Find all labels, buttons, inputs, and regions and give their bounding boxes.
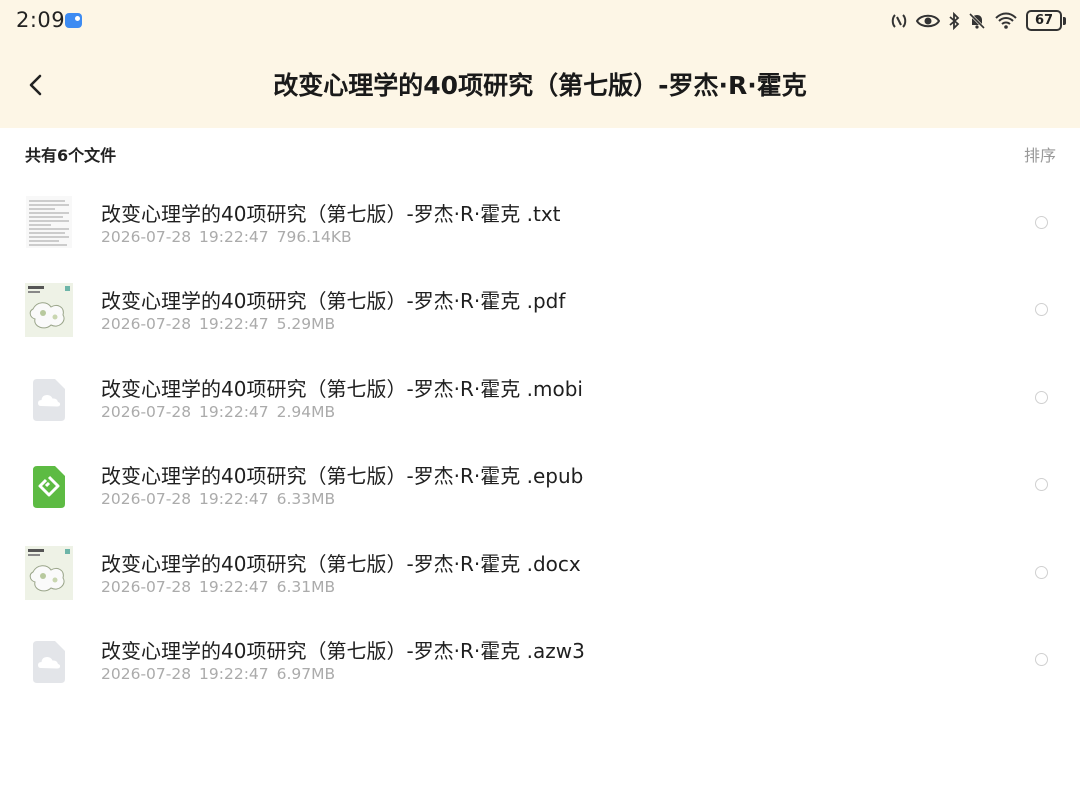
file-name: 改变心理学的40项研究（第七版）-罗杰·R·霍克 .mobi — [101, 376, 583, 401]
file-row-pdf[interactable]: 改变心理学的40项研究（第七版）-罗杰·R·霍克 .pdf 2026-07-28… — [0, 263, 1080, 350]
book-cover-thumbnail — [25, 542, 73, 600]
page-title: 改变心理学的40项研究（第七版）-罗杰·R·霍克 — [273, 71, 807, 100]
epub-icon — [25, 454, 73, 512]
file-name: 改变心理学的40项研究（第七版）-罗杰·R·霍克 .azw3 — [101, 638, 585, 663]
file-time: 19:22:47 — [199, 228, 269, 246]
file-row-docx[interactable]: 改变心理学的40项研究（第七版）-罗杰·R·霍克 .docx 2026-07-2… — [0, 526, 1080, 613]
status-bar: 2:09 67 — [0, 0, 1080, 44]
file-date: 2026-07-28 — [101, 490, 192, 509]
file-row-azw3[interactable]: 改变心理学的40项研究（第七版）-罗杰·R·霍克 .azw3 2026-07-2… — [0, 613, 1080, 700]
file-size: 796.14KB — [276, 228, 352, 246]
file-meta: 2026-07-28 19:22:47 5.29MB — [101, 315, 335, 333]
file-size: 6.31MB — [276, 577, 336, 596]
select-radio[interactable] — [1035, 216, 1048, 229]
battery-level: 67 — [1026, 10, 1062, 31]
select-radio[interactable] — [1035, 478, 1048, 492]
file-time: 19:22:47 — [199, 402, 269, 421]
sort-button[interactable]: 排序 — [1024, 142, 1056, 166]
battery-tip — [1063, 16, 1066, 25]
file-list: 改变心理学的40项研究（第七版）-罗杰·R·霍克 .txt 2026-07-28… — [0, 176, 1080, 700]
file-name: 改变心理学的40项研究（第七版）-罗杰·R·霍克 .pdf — [101, 289, 566, 314]
select-radio[interactable] — [1035, 565, 1048, 579]
cloud-file-icon — [25, 629, 73, 687]
file-meta: 2026-07-28 19:22:47 2.94MB — [101, 403, 335, 421]
file-meta: 2026-07-28 19:22:47 6.31MB — [101, 578, 335, 596]
nfc-icon — [891, 13, 907, 28]
cloud-file-icon — [25, 367, 73, 425]
file-meta: 2026-07-28 19:22:47 6.33MB — [101, 490, 335, 508]
file-date: 2026-07-28 — [101, 228, 192, 246]
book-cover-thumbnail — [25, 279, 73, 338]
file-date: 2026-07-28 — [101, 315, 192, 334]
select-radio[interactable] — [1035, 390, 1048, 404]
bluetooth-icon — [949, 11, 960, 30]
file-date: 2026-07-28 — [101, 577, 192, 596]
file-time: 19:22:47 — [199, 490, 269, 509]
file-time: 19:22:47 — [199, 315, 269, 334]
mute-bell-icon — [968, 12, 986, 29]
battery-indicator: 67 — [1026, 10, 1066, 31]
status-time: 2:09 — [16, 8, 66, 32]
select-radio[interactable] — [1035, 303, 1048, 317]
select-radio[interactable] — [1035, 652, 1048, 666]
eye-icon — [916, 14, 940, 27]
file-row-txt[interactable]: 改变心理学的40项研究（第七版）-罗杰·R·霍克 .txt 2026-07-28… — [0, 176, 1080, 263]
file-size: 2.94MB — [276, 402, 336, 421]
file-date: 2026-07-28 — [101, 664, 192, 683]
file-name: 改变心理学的40项研究（第七版）-罗杰·R·霍克 .txt — [101, 202, 561, 226]
file-row-mobi[interactable]: 改变心理学的40项研究（第七版）-罗杰·R·霍克 .mobi 2026-07-2… — [0, 351, 1080, 438]
file-time: 19:22:47 — [199, 577, 269, 596]
status-icons: 67 — [890, 10, 1066, 31]
file-name: 改变心理学的40项研究（第七版）-罗杰·R·霍克 .docx — [101, 551, 581, 576]
file-row-epub[interactable]: 改变心理学的40项研究（第七版）-罗杰·R·霍克 .epub 2026-07-2… — [0, 438, 1080, 525]
file-size: 6.33MB — [276, 490, 336, 509]
file-size: 6.97MB — [276, 664, 336, 683]
file-date: 2026-07-28 — [101, 402, 192, 421]
file-count-label: 共有6个文件 — [25, 146, 117, 165]
file-name: 改变心理学的40项研究（第七版）-罗杰·R·霍克 .epub — [101, 464, 584, 489]
notification-app-icon — [65, 13, 82, 28]
file-size: 5.29MB — [276, 315, 336, 334]
text-document-thumbnail — [25, 192, 73, 250]
app-header: 2:09 67 改变心理学的40项研究（第七版）-罗杰·R·霍克 — [0, 0, 1080, 128]
file-meta: 2026-07-28 19:22:47 6.97MB — [101, 665, 335, 683]
wifi-icon — [995, 12, 1017, 29]
file-time: 19:22:47 — [199, 664, 269, 683]
file-meta: 2026-07-28 19:22:47 796.14KB — [101, 228, 352, 246]
